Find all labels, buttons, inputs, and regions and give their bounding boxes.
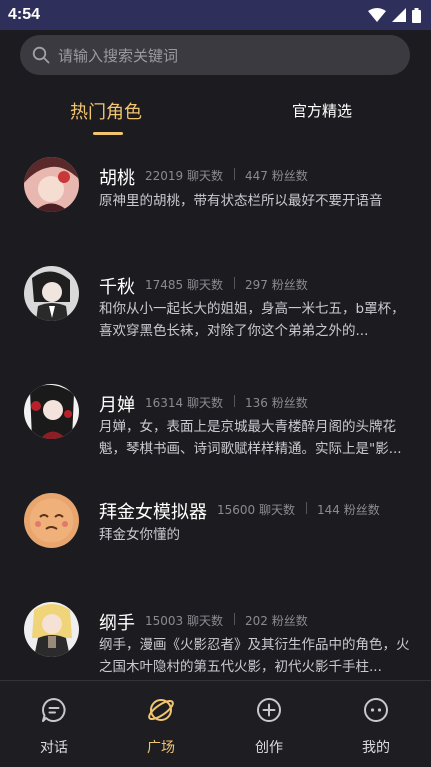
divider	[234, 168, 235, 180]
status-bar: 4:54	[0, 0, 431, 30]
status-time: 4:54	[8, 6, 41, 23]
bottom-nav: 对话 广场 创作 我的	[0, 680, 431, 767]
planet-icon	[148, 699, 174, 721]
avatar	[24, 157, 79, 212]
avatar	[24, 384, 79, 439]
character-description: 原神里的胡桃，带有状态栏所以最好不要开语音	[99, 193, 383, 209]
wifi-icon	[368, 8, 386, 22]
fan-count: 144 粉丝数	[317, 503, 380, 517]
chat-count: 15600 聊天数	[217, 503, 295, 517]
nav-plaza-label: 广场	[147, 740, 175, 756]
nav-mine[interactable]: 我的	[336, 681, 416, 767]
active-tab-indicator	[93, 132, 123, 135]
nav-chat[interactable]: 对话	[14, 681, 94, 767]
character-description: 纲手，漫画《火影忍者》及其衍生作品中的角色，火之国木叶隐村的第五代火影，初代火影…	[99, 637, 410, 675]
character-name: 月婵	[99, 395, 135, 416]
fan-count: 447 粉丝数	[245, 169, 308, 183]
chat-bubble-icon	[42, 698, 66, 722]
character-description: 月婵，女，表面上是京城最大青楼醉月阁的头牌花魁，琴棋书画、诗词歌赋样样精通。实际…	[99, 419, 402, 457]
divider	[234, 613, 235, 625]
fan-count: 136 粉丝数	[245, 396, 308, 410]
character-name: 千秋	[99, 277, 135, 298]
category-tabs: 热门角色 官方精选	[0, 94, 431, 144]
chat-count: 17485 聊天数	[145, 278, 223, 292]
nav-mine-label: 我的	[362, 740, 390, 756]
battery-icon	[412, 7, 421, 23]
profile-face-icon	[364, 698, 388, 722]
search-input[interactable]: 请输入搜索关键词	[58, 45, 178, 66]
divider	[234, 277, 235, 289]
nav-chat-label: 对话	[40, 740, 68, 756]
search-bar[interactable]: 请输入搜索关键词	[20, 35, 410, 75]
nav-plaza[interactable]: 广场	[121, 681, 201, 767]
character-name: 胡桃	[99, 168, 135, 189]
chat-count: 15003 聊天数	[145, 614, 223, 628]
signal-icon	[392, 8, 406, 22]
fan-count: 202 粉丝数	[245, 614, 308, 628]
character-name: 拜金女模拟器	[99, 502, 207, 523]
divider	[306, 502, 307, 514]
character-name: 纲手	[99, 613, 135, 634]
search-icon	[32, 46, 50, 64]
divider	[234, 395, 235, 407]
status-icons	[368, 7, 421, 23]
fan-count: 297 粉丝数	[245, 278, 308, 292]
avatar	[24, 602, 79, 657]
nav-create[interactable]: 创作	[229, 681, 309, 767]
avatar	[24, 266, 79, 321]
chat-count: 16314 聊天数	[145, 396, 223, 410]
plus-circle-icon	[257, 698, 281, 722]
character-description: 拜金女你懂的	[99, 527, 180, 543]
chat-count: 22019 聊天数	[145, 169, 223, 183]
avatar	[24, 493, 79, 548]
tab-hot-characters[interactable]: 热门角色	[70, 98, 142, 124]
tab-official-picks[interactable]: 官方精选	[292, 100, 352, 121]
character-description: 和你从小一起长大的姐姐，身高一米七五，b罩杯，喜欢穿黑色长袜，对除了你这个弟弟之…	[99, 301, 405, 339]
nav-create-label: 创作	[255, 740, 283, 756]
